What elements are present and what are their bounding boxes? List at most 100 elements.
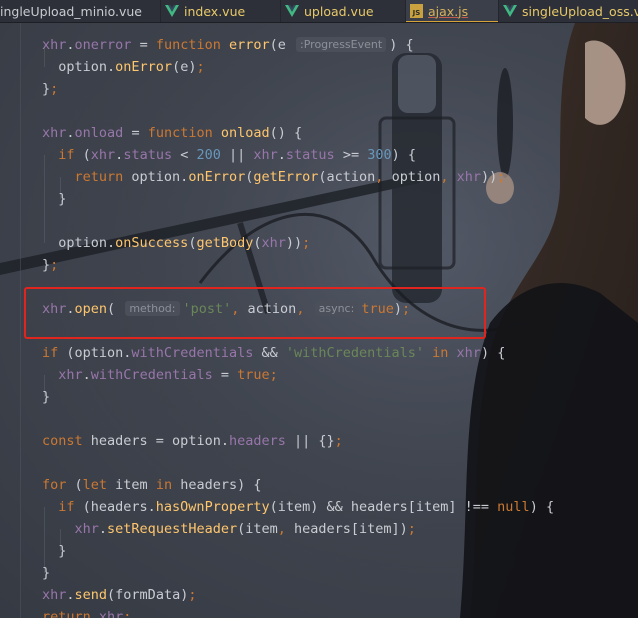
code-token: xhr [90,147,116,163]
code-token: } [42,81,51,97]
vue-icon [165,5,179,17]
code-token: ) { [529,499,555,515]
code-token: (item) && headers[item] !== [269,499,498,515]
code-token: ( [74,477,83,493]
code-line[interactable]: if (option.withCredentials && 'withCrede… [42,342,505,364]
code-line[interactable]: }; [42,254,58,276]
tab-ingleupload-minio-vue[interactable]: ingleUpload_minio.vue [0,0,161,22]
code-line[interactable]: xhr.send(formData); [42,584,196,606]
code-token: onload [74,125,124,141]
code-token: } [42,389,51,405]
code-token: . [66,37,75,53]
code-token: option. [42,59,116,75]
code-token: onload [220,125,270,141]
code-token: ; [334,433,343,449]
code-token: (headers. [82,499,156,515]
code-token: headers[item]) [294,521,408,537]
code-token: item [115,477,156,493]
code-token: if [42,499,83,515]
code-token: , [375,169,392,185]
vue-icon [285,5,299,17]
code-line[interactable]: for (let item in headers) { [42,474,261,496]
code-token: xhr [58,367,83,383]
code-line[interactable]: return xhr; [42,606,131,618]
code-line[interactable]: xhr.onerror = function error(e :Progress… [42,34,414,56]
code-token: onerror [74,37,132,53]
code-token: getBody [196,235,254,251]
code-token: if [42,147,83,163]
code-token: )) [285,235,303,251]
js-icon: JS [410,4,423,18]
code-token: getError [253,169,319,185]
code-token: xhr [42,125,67,141]
code-token: status [123,147,173,163]
code-token: ; [196,59,205,75]
code-line[interactable]: xhr.setRequestHeader(item, headers[item]… [42,518,416,540]
code-line[interactable]: xhr.withCredentials = true; [42,364,278,386]
code-token: headers = option. [90,433,229,449]
code-token: (e [269,37,295,53]
code-token: xhr [74,521,99,537]
code-token: ; [188,587,197,603]
code-token: = [123,125,148,141]
code-token: onError [115,59,173,75]
vue-icon [503,5,517,17]
code-line[interactable]: } [42,562,50,584]
code-token: . [98,521,108,537]
code-token: } [42,191,67,207]
code-token: . [66,587,75,603]
tab-ajax-js[interactable]: JS ajax.js [406,0,499,22]
code-token: 300 [367,147,392,163]
code-token: (option. [66,345,132,361]
code-token: in [424,345,457,361]
code-token: true; [237,367,278,383]
code-token: () { [269,125,303,141]
code-token: ; [302,235,311,251]
code-token: ) { [480,345,506,361]
code-token: withCredentials [131,345,254,361]
code-token: < [172,147,197,163]
code-token: (formData) [107,587,189,603]
code-line[interactable]: }; [42,78,58,100]
code-token: headers [228,433,286,449]
code-editor[interactable]: xhr.onerror = function error(e :Progress… [0,23,638,618]
code-token: ( [253,235,262,251]
code-token: ( [82,147,91,163]
code-token: xhr [42,37,67,53]
code-token: return [42,609,99,618]
tab-label: upload.vue [304,3,374,19]
editor-tab-bar: ingleUpload_minio.vue index.vue upload.vue… [0,0,638,23]
code-token: setRequestHeader [107,521,238,537]
code-token: , [440,169,457,185]
code-token: (e) [172,59,197,75]
red-highlight-box [24,287,486,339]
code-line[interactable]: } [42,188,66,210]
tab-label: ingleUpload_minio.vue [0,3,142,19]
code-line[interactable]: option.onSuccess(getBody(xhr)); [42,232,310,254]
code-line[interactable]: } [42,540,66,562]
code-token: ; [123,609,132,618]
code-token: ; [497,169,506,185]
code-token: = [131,37,156,53]
code-token: withCredentials [90,367,213,383]
code-token: || [220,147,254,163]
code-token: const [42,433,91,449]
code-token: for [42,477,75,493]
code-token: if [42,345,67,361]
code-token: xhr [253,147,278,163]
code-line[interactable]: return option.onError(getError(action, o… [42,166,506,188]
code-token: onError [188,169,246,185]
code-line[interactable]: option.onError(e); [42,56,205,78]
tab-singleupload-oss-vue[interactable]: singleUpload_oss.vue [499,0,638,22]
code-line[interactable]: } [42,386,50,408]
tab-upload-vue[interactable]: upload.vue [281,0,406,22]
code-token: = [212,367,238,383]
code-token: xhr [261,235,286,251]
code-line[interactable]: if (headers.hasOwnProperty(item) && head… [42,496,554,518]
code-line[interactable]: const headers = option.headers || {}; [42,430,343,452]
code-token: error [228,37,270,53]
code-line[interactable]: xhr.onload = function onload() { [42,122,302,144]
tab-index-vue[interactable]: index.vue [161,0,281,22]
code-line[interactable]: if (xhr.status < 200 || xhr.status >= 30… [42,144,416,166]
